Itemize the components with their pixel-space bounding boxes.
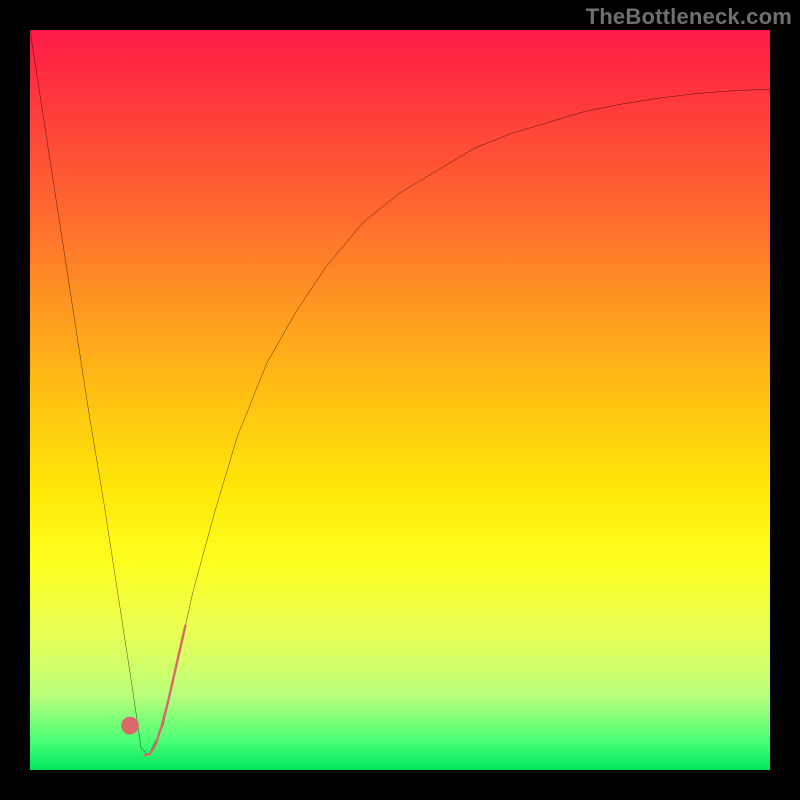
plot-area bbox=[30, 30, 770, 770]
highlight-segment bbox=[145, 626, 186, 756]
curve-layer bbox=[30, 30, 770, 770]
bottleneck-curve bbox=[30, 30, 770, 755]
watermark-text: TheBottleneck.com bbox=[586, 4, 792, 30]
optimum-dot bbox=[121, 717, 139, 735]
chart-frame: TheBottleneck.com bbox=[0, 0, 800, 800]
